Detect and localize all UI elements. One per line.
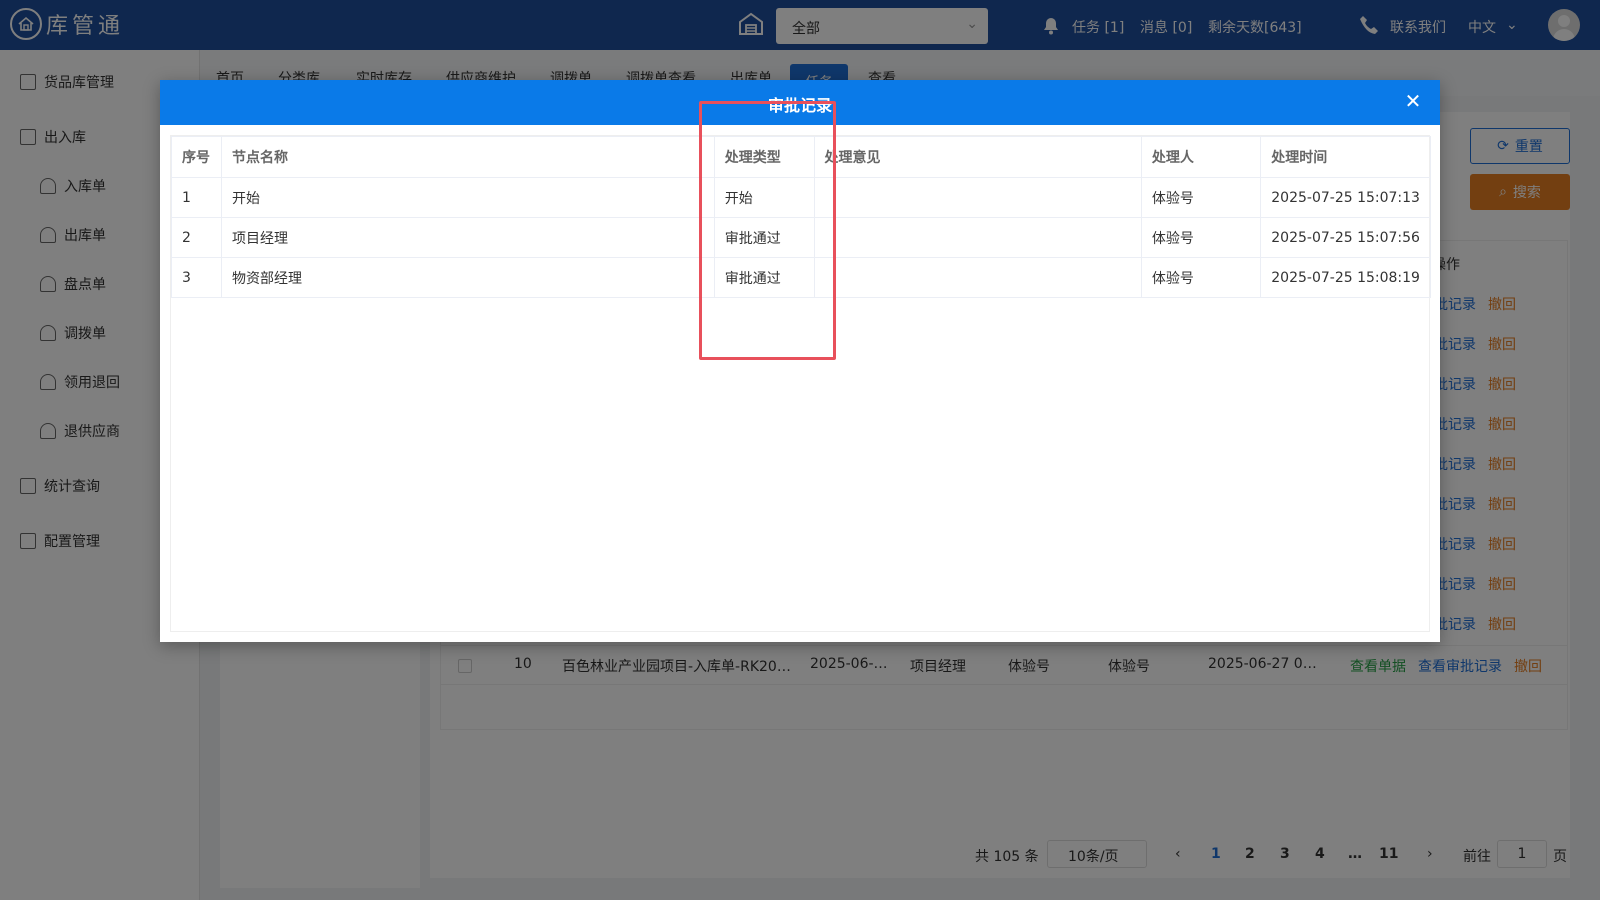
cell-opinion [813, 257, 1142, 298]
cell-handler: 体验号 [1140, 257, 1262, 298]
cell-opinion [813, 217, 1142, 258]
cell-handler: 体验号 [1140, 217, 1262, 258]
cell-no: 2 [171, 217, 222, 258]
cell-handler: 体验号 [1140, 177, 1262, 218]
highlight-box [699, 101, 836, 360]
cell-time: 2025-07-25 15:07:13 [1260, 177, 1431, 218]
cell-opinion [813, 177, 1142, 218]
col-header-no: 序号 [171, 136, 222, 178]
cell-time: 2025-07-25 15:08:19 [1260, 257, 1431, 298]
cell-node: 物资部经理 [220, 257, 715, 298]
cell-node: 项目经理 [220, 217, 715, 258]
cell-no: 1 [171, 177, 222, 218]
col-header-opinion: 处理意见 [813, 136, 1142, 178]
col-header-time: 处理时间 [1260, 136, 1431, 178]
col-header-handler: 处理人 [1140, 136, 1262, 178]
col-header-node: 节点名称 [220, 136, 715, 178]
cell-time: 2025-07-25 15:07:56 [1260, 217, 1431, 258]
cell-no: 3 [171, 257, 222, 298]
close-icon[interactable]: ✕ [1402, 90, 1424, 112]
cell-node: 开始 [220, 177, 715, 218]
